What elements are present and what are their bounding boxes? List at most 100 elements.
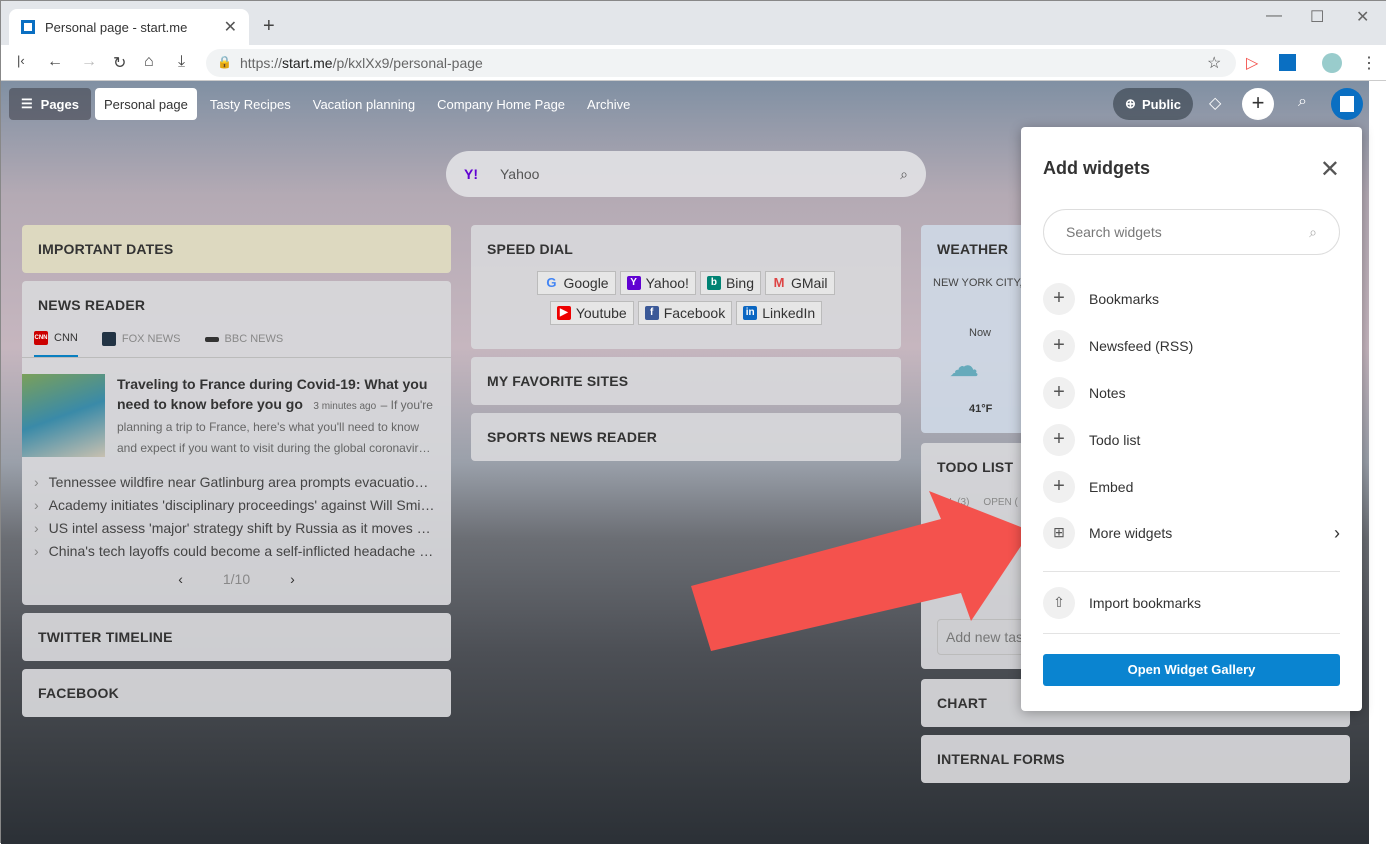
news-item[interactable]: Academy initiates 'disciplinary proceedi… xyxy=(22,494,439,517)
google-icon: G xyxy=(546,275,557,290)
search-engine-label: Yahoo xyxy=(500,166,540,182)
home-button[interactable]: ⌂ xyxy=(144,53,154,71)
url-field[interactable]: https://start.me/p/kxlXx9/personal-page xyxy=(206,49,1236,77)
nav-tab-vacation-planning[interactable]: Vacation planning xyxy=(304,88,424,120)
news-tabs: CNN CNN FOX NEWS BBC NEWS xyxy=(22,331,451,358)
annotation-arrow xyxy=(691,491,1031,651)
pages-label: Pages xyxy=(40,96,79,112)
widget-title: TWITTER TIMELINE xyxy=(38,629,173,645)
featured-article[interactable]: Traveling to France during Covid-19: Wha… xyxy=(22,374,451,459)
scrollbar[interactable] xyxy=(1369,81,1386,844)
widget-speed-dial: SPEED DIAL G Google Y Yahoo! b Bing M GMail … xyxy=(471,225,901,349)
nav-tab-archive[interactable]: Archive xyxy=(578,88,639,120)
widget-news-reader: NEWS READER CNN CNN FOX NEWS BBC NEWS Tra… xyxy=(22,281,451,605)
forward-button[interactable]: → xyxy=(81,53,97,71)
close-window-button[interactable]: ✕ xyxy=(1356,7,1369,27)
hamburger-icon: ☰ xyxy=(21,96,33,111)
news-tab-bbc[interactable]: BBC NEWS xyxy=(204,331,283,357)
plus-icon: + xyxy=(1043,376,1075,409)
add-embed[interactable]: + Embed xyxy=(1043,463,1340,510)
speed-dial-youtube[interactable]: ▶ Youtube xyxy=(549,301,634,325)
extension-icon[interactable]: ▷ xyxy=(1246,53,1258,73)
open-widget-gallery-button[interactable]: Open Widget Gallery xyxy=(1043,654,1340,686)
lock-icon: 🔒 xyxy=(217,55,232,69)
widget-favorite-sites[interactable]: MY FAVORITE SITES xyxy=(471,357,901,405)
plus-icon: + xyxy=(1043,470,1075,503)
speed-dial-bing[interactable]: b Bing xyxy=(699,271,761,295)
widget-internal-forms[interactable]: INTERNAL FORMS xyxy=(921,735,1350,783)
youtube-icon: ▶ xyxy=(556,306,571,320)
news-item[interactable]: China's tech layoffs could become a self… xyxy=(22,540,439,563)
plus-icon: + xyxy=(1043,423,1075,456)
search-icon[interactable]: ⌕ xyxy=(1298,93,1307,111)
add-widgets-panel: Add widgets ✕ Search widgets ⌕ + Bookmarks… xyxy=(1021,127,1362,711)
speed-dial-facebook[interactable]: f Facebook xyxy=(637,301,733,325)
cnn-icon: CNN xyxy=(34,331,48,345)
maximize-button[interactable]: ☐ xyxy=(1310,7,1324,27)
public-button[interactable]: ⊕ Public xyxy=(1113,88,1193,120)
speed-dial-linkedin[interactable]: in LinkedIn xyxy=(736,301,823,325)
menu-icon[interactable]: ⋮ xyxy=(1361,53,1377,73)
close-tab-icon[interactable]: ✕ xyxy=(224,17,237,37)
search-widgets-input[interactable]: Search widgets ⌕ xyxy=(1043,209,1340,255)
weather-now-label: Now xyxy=(969,327,992,339)
add-bookmarks[interactable]: + Bookmarks xyxy=(1043,275,1340,322)
address-bar-row: |‹ ← → ↻ ⌂ ⤓ https://start.me/p/kxlXx9/p… xyxy=(1,45,1386,81)
next-page-button[interactable]: › xyxy=(290,571,295,587)
speed-dial-yahoo[interactable]: Y Yahoo! xyxy=(619,271,696,295)
close-icon[interactable]: ✕ xyxy=(1320,155,1340,184)
first-page-icon[interactable]: |‹ xyxy=(17,53,25,68)
download-icon[interactable]: ⤓ xyxy=(178,53,185,71)
widget-title: INTERNAL FORMS xyxy=(937,751,1065,767)
weather-temp: 41°F xyxy=(969,403,993,415)
search-placeholder: Search widgets xyxy=(1066,224,1162,240)
news-tab-fox[interactable]: FOX NEWS xyxy=(101,331,181,357)
more-widgets[interactable]: ⊞ More widgets › xyxy=(1043,510,1340,572)
bookmark-star-icon[interactable]: ☆ xyxy=(1207,53,1221,73)
add-newsfeed[interactable]: + Newsfeed (RSS) xyxy=(1043,322,1340,369)
import-bookmarks[interactable]: ⇧ Import bookmarks xyxy=(1043,572,1340,634)
prev-page-button[interactable]: ‹ xyxy=(178,571,183,587)
minimize-button[interactable]: — xyxy=(1266,7,1282,25)
search-icon[interactable]: ⌕ xyxy=(900,166,908,183)
startme-extension-icon[interactable] xyxy=(1279,54,1296,71)
gmail-icon: M xyxy=(773,275,785,290)
pages-menu-button[interactable]: ☰ Pages xyxy=(9,88,91,120)
add-notes[interactable]: + Notes xyxy=(1043,369,1340,416)
speed-dial-google[interactable]: G Google xyxy=(537,271,616,295)
add-widget-button[interactable]: + xyxy=(1242,88,1274,120)
nav-tab-company-home-page[interactable]: Company Home Page xyxy=(428,88,574,120)
profile-avatar[interactable] xyxy=(1322,53,1342,73)
widget-title: IMPORTANT DATES xyxy=(38,241,174,257)
widget-title: MY FAVORITE SITES xyxy=(487,373,629,389)
tab-bar: Personal page - start.me ✕ + — ☐ ✕ xyxy=(1,1,1386,45)
browser-tab[interactable]: Personal page - start.me ✕ xyxy=(9,9,249,45)
news-item[interactable]: Tennessee wildfire near Gatlinburg area … xyxy=(22,471,439,494)
widget-title: SPORTS NEWS READER xyxy=(487,429,658,445)
startme-logo[interactable] xyxy=(1331,88,1363,120)
widget-facebook[interactable]: FACEBOOK xyxy=(22,669,451,717)
nav-tab-personal-page[interactable]: Personal page xyxy=(94,88,197,120)
add-todo-list[interactable]: + Todo list xyxy=(1043,416,1340,463)
web-search-bar[interactable]: Y! Yahoo ⌕ xyxy=(446,151,926,197)
reload-button[interactable]: ↻ xyxy=(113,53,126,73)
new-tab-button[interactable]: + xyxy=(263,15,275,38)
bing-icon: b xyxy=(706,276,721,290)
widget-sports-news[interactable]: SPORTS NEWS READER xyxy=(471,413,901,461)
nav-tab-tasty-recipes[interactable]: Tasty Recipes xyxy=(201,88,300,120)
widget-title: FACEBOOK xyxy=(38,685,119,701)
widget-twitter[interactable]: TWITTER TIMELINE xyxy=(22,613,451,661)
news-item[interactable]: US intel assess 'major' strategy shift b… xyxy=(22,517,439,540)
widget-important-dates[interactable]: IMPORTANT DATES xyxy=(22,225,451,273)
tab-label: FOX NEWS xyxy=(121,333,181,345)
url-prefix: https:// xyxy=(240,55,283,71)
url-host: start.me xyxy=(282,55,333,71)
panel-title: Add widgets xyxy=(1043,158,1150,178)
news-tab-cnn[interactable]: CNN CNN xyxy=(34,331,78,357)
pager-label: 1/10 xyxy=(222,571,251,587)
search-icon: ⌕ xyxy=(1309,223,1317,240)
speed-dial-gmail[interactable]: M GMail xyxy=(764,271,835,295)
paint-bucket-icon[interactable]: ◇ xyxy=(1209,93,1221,113)
back-button[interactable]: ← xyxy=(47,53,63,71)
yahoo-icon: Y xyxy=(626,276,641,290)
